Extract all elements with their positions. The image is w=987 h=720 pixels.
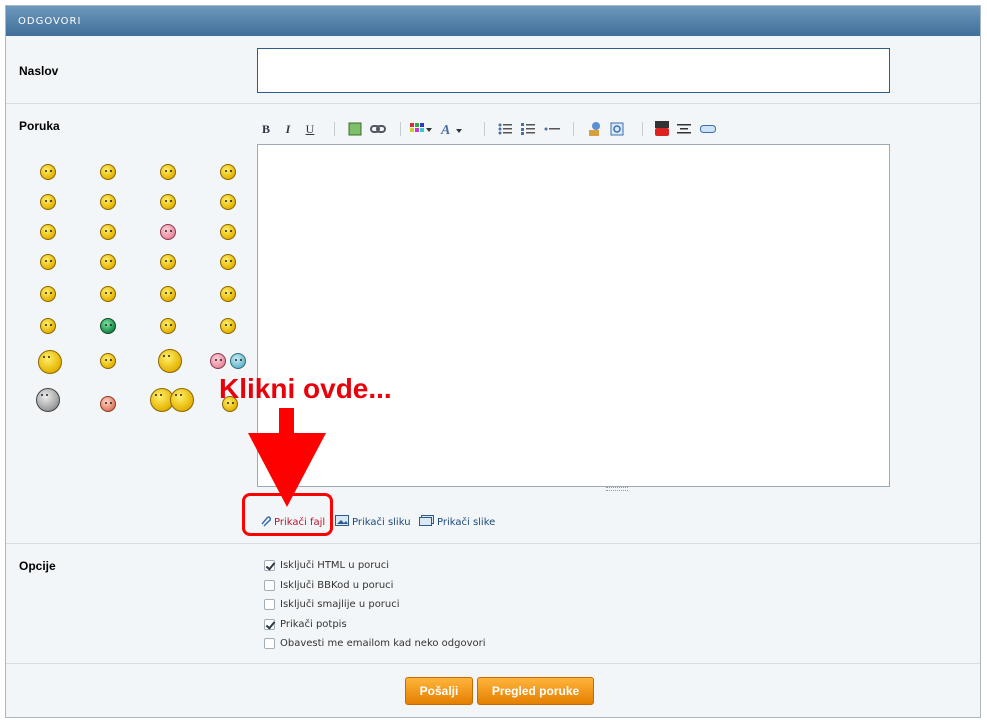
toolbar-separator — [400, 122, 401, 136]
spoiler-icon[interactable] — [699, 120, 717, 138]
numbered-list-icon[interactable] — [520, 120, 536, 138]
option-disable-html[interactable]: Isključi HTML u poruci — [264, 560, 389, 571]
font-icon[interactable]: A — [439, 120, 465, 138]
smiley-icon[interactable] — [160, 224, 176, 240]
image-icon — [335, 515, 349, 529]
smiley-icon[interactable] — [40, 318, 56, 334]
smiley-icon[interactable] — [160, 164, 176, 180]
smiley-icon[interactable] — [170, 388, 194, 412]
row-divider — [6, 543, 980, 544]
option-notify-email[interactable]: Obavesti me emailom kad neko odgovori — [264, 638, 486, 649]
quote-user-icon[interactable] — [586, 120, 604, 138]
message-editor[interactable] — [257, 144, 890, 487]
smiley-icon[interactable] — [100, 194, 116, 210]
send-button[interactable]: Pošalji — [405, 677, 473, 705]
horizontal-rule-icon[interactable] — [543, 120, 561, 138]
option-label: Isključi HTML u poruci — [280, 560, 390, 571]
attach-images-label: Prikači slike — [437, 516, 496, 528]
quote-icon[interactable] — [608, 120, 626, 138]
title-input[interactable] — [257, 48, 890, 93]
smiley-icon[interactable] — [40, 194, 56, 210]
smiley-icon[interactable] — [100, 254, 116, 270]
checkbox[interactable] — [264, 619, 275, 630]
attach-image-label: Prikači sliku — [352, 516, 411, 528]
arrow-smiley-icon[interactable] — [220, 286, 236, 302]
smiley-icon[interactable] — [100, 164, 116, 180]
smiley-icon[interactable] — [230, 353, 246, 369]
checkbox[interactable] — [264, 599, 275, 610]
smiley-icon[interactable] — [40, 164, 56, 180]
row-divider — [6, 103, 980, 104]
image-icon[interactable] — [347, 120, 363, 138]
hug-smiley-icon[interactable] — [38, 350, 62, 374]
option-label: Obavesti me emailom kad neko odgovori — [280, 638, 486, 649]
exclamation-smiley-icon[interactable] — [40, 286, 56, 302]
attach-images-link[interactable]: Prikači slike — [419, 515, 495, 529]
idea-smiley-icon[interactable] — [160, 286, 176, 302]
toolbar-separator — [334, 122, 335, 136]
option-disable-bbcode[interactable]: Isključi BBKod u poruci — [264, 580, 393, 591]
underline-button[interactable]: U — [303, 120, 317, 138]
smiley-icon[interactable] — [210, 353, 226, 369]
checkbox[interactable] — [264, 580, 275, 591]
color-picker-icon[interactable] — [409, 120, 433, 138]
smiley-icon[interactable] — [220, 194, 236, 210]
option-attach-signature[interactable]: Prikači potpis — [264, 619, 347, 630]
option-disable-smilies[interactable]: Isključi smajlije u poruci — [264, 599, 400, 610]
bold-button[interactable]: B — [259, 120, 273, 138]
smiley-icon[interactable] — [160, 318, 176, 334]
align-center-icon[interactable] — [676, 120, 692, 138]
toolbar-separator — [573, 122, 574, 136]
callout-text: Klikni ovde... — [219, 373, 392, 404]
row-divider — [6, 663, 980, 664]
smiley-icon[interactable] — [100, 318, 116, 334]
smiley-icon[interactable] — [220, 224, 236, 240]
smiley-icon[interactable] — [160, 254, 176, 270]
message-label: Poruka — [19, 119, 60, 133]
smiley-icon[interactable] — [220, 254, 236, 270]
smiley-icon[interactable] — [100, 353, 116, 369]
callout-arrow — [279, 408, 294, 436]
smiley-icon[interactable] — [160, 194, 176, 210]
youtube-icon[interactable] — [654, 120, 670, 138]
smiley-icon[interactable] — [220, 318, 236, 334]
editor-toolbar: B I U A — [259, 120, 729, 140]
reply-panel: ODGOVORI Naslov Poruka B I U A Prikači f… — [5, 5, 981, 718]
preview-button[interactable]: Pregled poruke — [477, 677, 594, 705]
toolbar-separator — [642, 122, 643, 136]
svg-text:A: A — [440, 123, 450, 136]
checkbox[interactable] — [264, 638, 275, 649]
attach-image-link[interactable]: Prikači sliku — [335, 515, 411, 529]
checkbox[interactable] — [264, 560, 275, 571]
smiley-icon[interactable] — [158, 349, 182, 373]
smiley-icon[interactable] — [40, 224, 56, 240]
options-label: Opcije — [19, 559, 56, 573]
link-icon[interactable] — [369, 120, 387, 138]
question-smiley-icon[interactable] — [100, 286, 116, 302]
option-label: Prikači potpis — [280, 619, 347, 630]
resize-grip[interactable] — [606, 487, 628, 491]
toolbar-separator — [484, 122, 485, 136]
smiley-icon[interactable] — [40, 254, 56, 270]
italic-button[interactable]: I — [281, 120, 295, 138]
panel-header: ODGOVORI — [6, 6, 980, 36]
smiley-icon[interactable] — [100, 224, 116, 240]
title-label: Naslov — [19, 64, 59, 78]
option-label: Isključi BBKod u poruci — [280, 580, 394, 591]
option-label: Isključi smajlije u poruci — [280, 599, 400, 610]
smiley-icon[interactable] — [36, 388, 60, 412]
callout-highlight-box — [242, 493, 333, 536]
smiley-icon[interactable] — [100, 396, 116, 412]
images-icon — [419, 515, 434, 529]
bullet-list-icon[interactable] — [497, 120, 513, 138]
smiley-icon[interactable] — [220, 164, 236, 180]
